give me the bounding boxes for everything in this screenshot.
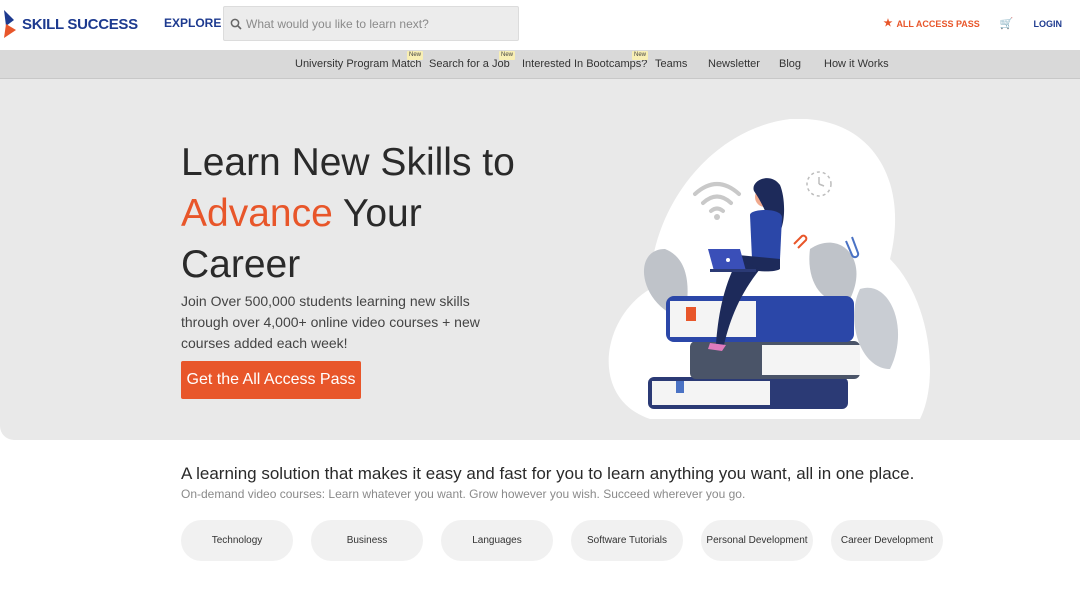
search-box[interactable]: [223, 6, 519, 41]
star-icon: ★: [883, 18, 893, 29]
nav-item-label: Search for a Job: [429, 58, 510, 70]
category-software-tutorials[interactable]: Software Tutorials: [571, 520, 683, 561]
nav-teams[interactable]: Teams: [655, 58, 687, 70]
nav-university-program-match[interactable]: University Program Match New: [295, 51, 424, 70]
header-actions: ★ ALL ACCESS PASS 🛒 LOGIN: [883, 17, 1062, 30]
cart-icon[interactable]: 🛒: [1000, 17, 1014, 30]
all-access-pass-button[interactable]: Get the All Access Pass: [181, 361, 361, 399]
nav-search-for-a-job[interactable]: Search for a Job New: [429, 51, 516, 70]
hero-subtitle: Join Over 500,000 students learning new …: [181, 293, 480, 351]
hero-title-line3: Career: [181, 243, 301, 286]
nav-interested-in-bootcamps[interactable]: Interested In Bootcamps? New: [522, 51, 649, 70]
nav-blog[interactable]: Blog: [779, 58, 801, 70]
nav-item-label: Interested In Bootcamps?: [522, 58, 648, 70]
hero-title-line2: Your: [332, 192, 422, 235]
explore-menu[interactable]: EXPLORE ▾: [164, 16, 229, 30]
category-list: Technology Business Languages Software T…: [181, 520, 943, 561]
nav-item-label: Teams: [655, 58, 688, 70]
nav-newsletter[interactable]: Newsletter: [708, 58, 760, 70]
logo[interactable]: SKILL SUCCESS: [2, 6, 138, 42]
nav-item-label: University Program Match: [295, 58, 422, 70]
all-access-pass-link[interactable]: ★ ALL ACCESS PASS: [883, 18, 979, 29]
logo-mark-icon: [4, 10, 16, 38]
category-languages[interactable]: Languages: [441, 520, 553, 561]
new-badge: New: [499, 51, 516, 60]
category-personal-development[interactable]: Personal Development: [701, 520, 813, 561]
hero-section: Learn New Skills to Advance Your Career …: [0, 79, 1080, 440]
login-link[interactable]: LOGIN: [1034, 19, 1063, 29]
section-title: A learning solution that makes it easy a…: [181, 464, 915, 483]
student-on-books-illustration: [608, 119, 930, 419]
explore-label: EXPLORE: [164, 16, 222, 30]
new-badge: New: [407, 51, 424, 60]
search-icon: [230, 18, 242, 30]
logo-text: SKILL SUCCESS: [22, 15, 138, 33]
secondary-nav: University Program Match New Search for …: [0, 50, 1080, 79]
nav-how-it-works[interactable]: How it Works: [824, 58, 889, 70]
new-badge: New: [632, 51, 649, 60]
nav-item-label: How it Works: [824, 58, 889, 70]
nav-item-label: Newsletter: [708, 58, 760, 70]
category-business[interactable]: Business: [311, 520, 423, 561]
all-access-pass-label: ALL ACCESS PASS: [896, 18, 980, 29]
section-subtitle: On-demand video courses: Learn whatever …: [181, 487, 746, 501]
nav-item-label: Blog: [779, 58, 802, 70]
search-input[interactable]: [246, 16, 506, 31]
hero-title-accent: Advance: [181, 192, 333, 235]
top-bar: SKILL SUCCESS EXPLORE ▾ ★ ALL ACCESS PAS…: [0, 0, 1080, 50]
category-technology[interactable]: Technology: [181, 520, 293, 561]
category-career-development[interactable]: Career Development: [831, 520, 943, 561]
hero-title-line1: Learn New Skills to: [181, 141, 515, 184]
hero-title: Learn New Skills to Advance Your Career: [181, 137, 521, 290]
